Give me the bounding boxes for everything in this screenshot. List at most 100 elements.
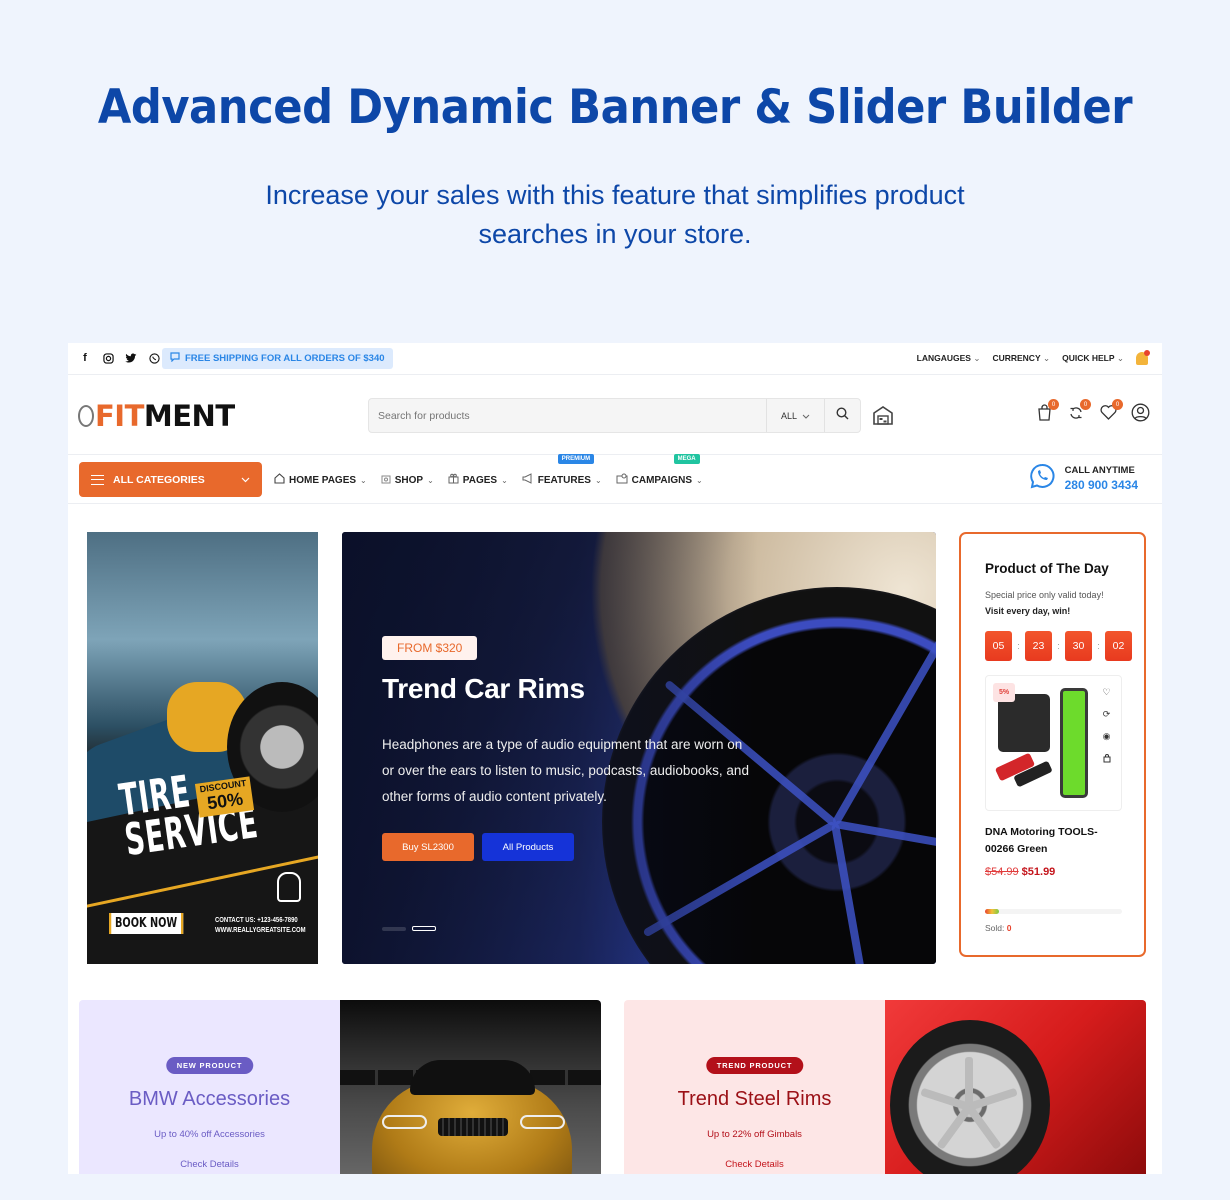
campaign-icon <box>616 473 628 487</box>
banner-title: BMW Accessories <box>128 1088 291 1110</box>
countdown-minutes: 30 <box>1065 631 1092 661</box>
slide-title: Trend Car Rims <box>382 673 585 704</box>
call-number[interactable]: 280 900 3434 <box>1065 478 1138 492</box>
wishlist-button[interactable]: 0 <box>1098 399 1123 425</box>
nav-features[interactable]: PREMIUM FEATURES ⌄ <box>522 454 602 487</box>
buy-button[interactable]: Buy SL2300 <box>382 833 474 861</box>
quick-view-eye-icon[interactable]: ◉ <box>1098 728 1115 745</box>
gift-icon <box>448 473 459 487</box>
sold-progress-fill <box>985 909 999 914</box>
compare-button[interactable]: 0 <box>1066 399 1091 425</box>
header-actions: 0 0 0 <box>1034 399 1150 427</box>
chevron-down-icon <box>802 411 810 421</box>
account-button[interactable] <box>1130 403 1150 427</box>
contact-phone: CONTACT US: +123-456-7890 <box>215 917 298 924</box>
chevron-down-icon: ⌄ <box>696 475 703 485</box>
car-windshield <box>410 1060 535 1095</box>
slide-description: Headphones are a type of audio equipment… <box>382 737 749 804</box>
garage-icon[interactable] <box>872 405 894 430</box>
slide-indicator-1[interactable] <box>382 927 406 931</box>
banner-title: Trend Steel Rims <box>677 1088 832 1110</box>
top-menus: LANGAUGES CURRENCY QUICK HELP <box>917 350 1150 365</box>
nav-home-pages[interactable]: HOME PAGES ⌄ <box>274 473 367 487</box>
product-image-card[interactable]: 5% ♡ ⟳ ◉ <box>985 675 1122 811</box>
facebook-icon[interactable]: f <box>78 351 92 365</box>
countdown-seconds: 02 <box>1105 631 1132 661</box>
banner-content: TREND PRODUCT Trend Steel Rims Up to 22%… <box>624 1000 885 1174</box>
chevron-down-icon: ⌄ <box>501 475 508 485</box>
search-bar: ALL <box>368 398 861 433</box>
phone-chat-icon <box>1029 463 1055 494</box>
nav-label: CAMPAIGNS <box>631 474 693 486</box>
trend-steel-rims-banner[interactable]: TREND PRODUCT Trend Steel Rims Up to 22%… <box>624 1000 1146 1174</box>
languages-menu[interactable]: LANGAUGES <box>917 353 981 364</box>
chevron-down-icon: ⌄ <box>360 475 367 485</box>
countdown-timer: 05 : 23 : 30 : 02 <box>985 631 1132 661</box>
sold-label: Sold: <box>985 923 1005 933</box>
product-name[interactable]: DNA Motoring TOOLS-00266 Green <box>985 824 1125 858</box>
check-details-link[interactable]: Check Details <box>79 1159 340 1170</box>
trend-product-tag: TREND PRODUCT <box>705 1057 804 1074</box>
wishlist-heart-icon[interactable]: ♡ <box>1098 684 1115 701</box>
gear-logo-icon <box>78 405 94 427</box>
compare-icon[interactable]: ⟳ <box>1098 706 1115 723</box>
instagram-icon[interactable] <box>101 351 115 365</box>
contact-info: CONTACT US: +123-456-7890 WWW.REALLYGREA… <box>215 916 306 936</box>
shop-bag-icon <box>381 473 391 487</box>
bell-icon[interactable] <box>1136 350 1150 365</box>
countdown-hours: 23 <box>1025 631 1052 661</box>
hero-title: Advanced Dynamic Banner & Slider Builder <box>97 80 1133 135</box>
currency-menu[interactable]: CURRENCY <box>992 353 1050 364</box>
hero-subtitle: Increase your sales with this feature th… <box>265 180 965 249</box>
viber-icon[interactable] <box>147 351 161 365</box>
book-now-button[interactable]: BOOK NOW <box>109 913 184 934</box>
nav-pages[interactable]: PAGES ⌄ <box>448 473 508 487</box>
slide-indicator-2-active[interactable] <box>412 926 436 931</box>
quick-help-menu[interactable]: QUICK HELP <box>1062 353 1124 364</box>
car-grille <box>438 1118 508 1136</box>
search-category-select[interactable]: ALL <box>766 399 824 432</box>
logo[interactable]: FIT MENT <box>78 399 235 433</box>
countdown-separator: : <box>1057 641 1060 651</box>
banner-subtitle: Up to 22% off Gimbals <box>707 1129 802 1140</box>
tire-service-banner[interactable]: TIRE SERVICE DISCOUNT 50% BOOK NOW CONTA… <box>87 532 318 964</box>
chat-icon <box>170 352 180 365</box>
contact-website: WWW.REALLYGREATSITE.COM <box>215 927 306 934</box>
countdown-separator: : <box>1097 641 1100 651</box>
nav-shop[interactable]: SHOP ⌄ <box>381 473 434 487</box>
user-icon <box>1131 403 1150 427</box>
twitter-icon[interactable] <box>124 351 138 365</box>
chevron-down-icon <box>241 475 250 485</box>
divider <box>68 454 1162 455</box>
banner-subtitle: Up to 40% off Accessories <box>154 1129 265 1140</box>
call-anytime[interactable]: CALL ANYTIME 280 900 3434 <box>1029 463 1138 494</box>
all-products-button[interactable]: All Products <box>482 833 574 861</box>
cart-button[interactable]: 0 <box>1034 399 1059 425</box>
bmw-accessories-banner[interactable]: NEW PRODUCT BMW Accessories Up to 40% of… <box>79 1000 601 1174</box>
mechanic-icon <box>277 872 301 902</box>
chevron-down-icon: ⌄ <box>594 475 602 485</box>
product-image-battery <box>1060 688 1088 798</box>
search-icon <box>836 406 849 425</box>
menu-icon <box>91 474 104 485</box>
logo-accent: FIT <box>95 399 144 433</box>
all-categories-button[interactable]: ALL CATEGORIES <box>79 462 262 497</box>
potd-heading: Product of The Day <box>985 561 1109 576</box>
search-input[interactable] <box>369 409 766 422</box>
discount-badge: 5% <box>993 683 1016 702</box>
nav-campaigns[interactable]: MEGA CAMPAIGNS ⌄ <box>616 454 703 487</box>
product-image-case <box>998 694 1050 752</box>
search-button[interactable] <box>824 399 860 432</box>
old-price: $54.99 <box>985 866 1019 878</box>
rim-spoke <box>965 1057 973 1107</box>
nav-label: FEATURES <box>537 474 591 486</box>
check-details-link[interactable]: Check Details <box>624 1159 885 1170</box>
add-to-cart-bag-icon[interactable] <box>1098 750 1115 767</box>
compare-count: 0 <box>1080 399 1091 410</box>
free-shipping-notice: FREE SHIPPING FOR ALL ORDERS OF $340 <box>162 348 393 369</box>
hero-slider[interactable]: FROM $320 Trend Car Rims Headphones are … <box>342 532 936 964</box>
bmw-car-image <box>340 1000 601 1174</box>
social-links: f <box>78 351 161 365</box>
nav-label: HOME PAGES <box>289 474 357 486</box>
countdown-days: 05 <box>985 631 1012 661</box>
